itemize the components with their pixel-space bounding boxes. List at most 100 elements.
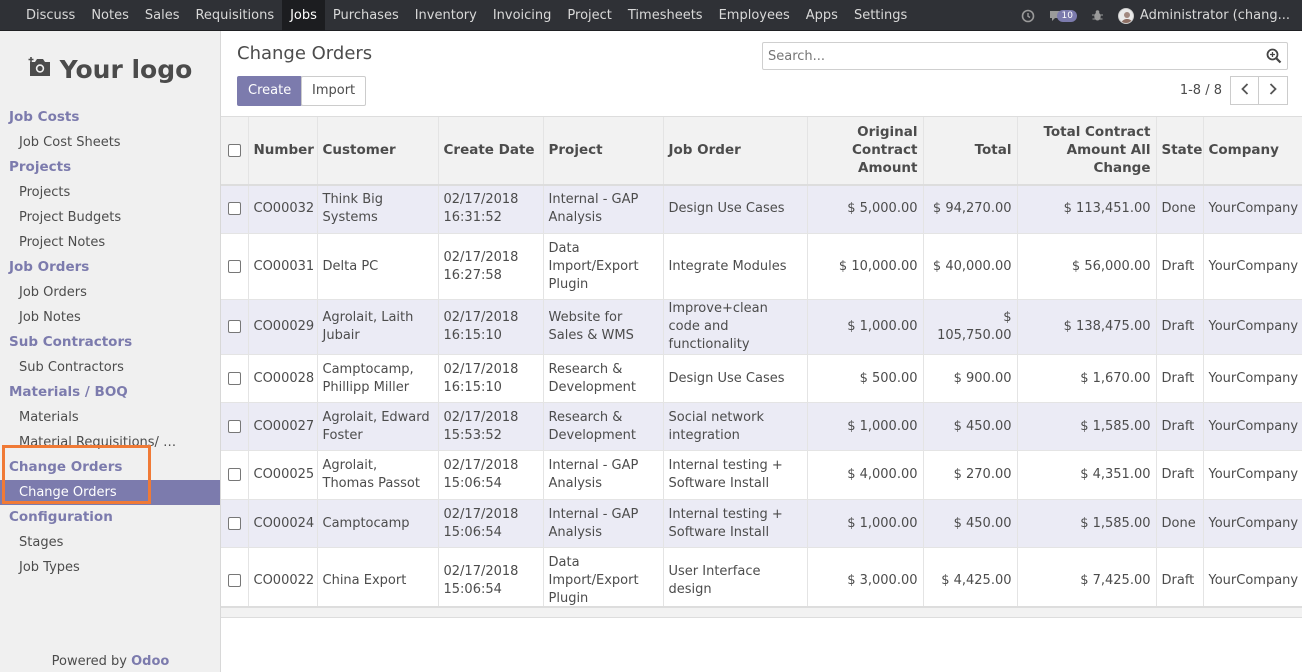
search-input[interactable] xyxy=(763,43,1243,69)
table-row[interactable]: CO00027 Agrolait, Edward Foster 02/17/2018… xyxy=(221,402,1302,451)
sidebar-section-projects[interactable]: Projects xyxy=(0,155,220,180)
cell-original: $ 1,000.00 xyxy=(806,402,923,451)
cell-job-order: Design Use Cases xyxy=(662,354,807,403)
sidebar-section-sub-contractors[interactable]: Sub Contractors xyxy=(0,330,220,355)
app-menu: Discuss Notes Sales Requisitions Jobs Purchas… xyxy=(0,0,915,31)
table-row[interactable]: CO00024 Camptocamp 02/17/2018 15:06:54 Inte… xyxy=(221,499,1302,548)
cell-date: 02/17/2018 16:15:10 xyxy=(437,354,543,403)
sidebar-item-materials[interactable]: Materials xyxy=(0,405,220,430)
company-logo: Your logo xyxy=(0,33,220,105)
user-avatar[interactable] xyxy=(1117,7,1134,24)
column-header-total-all-change[interactable]: Total Contract Amount All Change xyxy=(1016,116,1156,186)
sidebar-section-change-orders[interactable]: Change Orders xyxy=(0,455,220,480)
app-menu-item-jobs[interactable]: Jobs xyxy=(282,0,325,31)
column-header-total[interactable]: Total xyxy=(922,116,1017,186)
sidebar-item-project-budgets[interactable]: Project Budgets xyxy=(0,205,220,230)
sidebar-item-job-cost-sheets[interactable]: Job Cost Sheets xyxy=(0,130,220,155)
cell-total: $ 105,750.00 xyxy=(922,299,1017,355)
search-box xyxy=(762,42,1288,70)
row-checkbox[interactable] xyxy=(227,259,241,273)
sidebar-item-projects[interactable]: Projects xyxy=(0,180,220,205)
sidebar-item-project-notes[interactable]: Project Notes xyxy=(0,230,220,255)
sidebar-item-material-requisitions-boq[interactable]: Material Requisitions/ BOQ xyxy=(0,430,220,455)
cell-job-order: Design Use Cases xyxy=(662,184,807,234)
cell-original: $ 1,000.00 xyxy=(806,299,923,355)
app-menu-item-invoicing[interactable]: Invoicing xyxy=(485,0,560,31)
column-header-original-amount[interactable]: Original Contract Amount xyxy=(806,116,923,186)
app-menu-item-timesheets[interactable]: Timesheets xyxy=(620,0,711,31)
column-header-state[interactable]: State xyxy=(1155,116,1203,186)
cell-customer: Camptocamp xyxy=(316,499,438,548)
table-row[interactable]: CO00029 Agrolait, Laith Jubair 02/17/2018 … xyxy=(221,299,1302,355)
top-navbar: Discuss Notes Sales Requisitions Jobs Purchas… xyxy=(0,0,1302,31)
sidebar-section-configuration[interactable]: Configuration xyxy=(0,505,220,530)
table-row[interactable]: CO00032 Think Big Systems 02/17/2018 16:31… xyxy=(221,184,1302,234)
cell-state: Draft xyxy=(1155,354,1203,403)
create-button[interactable]: Create xyxy=(237,76,303,106)
odoo-link[interactable]: Odoo xyxy=(131,654,169,669)
cell-state: Draft xyxy=(1155,450,1203,500)
cell-company: YourCompany xyxy=(1202,499,1302,548)
cell-original: $ 10,000.00 xyxy=(806,233,923,300)
app-menu-item-inventory[interactable]: Inventory xyxy=(407,0,485,31)
cell-total-all: $ 113,451.00 xyxy=(1016,184,1156,234)
user-menu[interactable]: Administrator (chang... xyxy=(1140,8,1290,23)
cell-state: Done xyxy=(1155,499,1203,548)
column-header-project[interactable]: Project xyxy=(542,116,663,186)
pager-value[interactable]: 1-8 / 8 xyxy=(1180,83,1222,98)
table-row[interactable]: CO00025 Agrolait, Thomas Passot 02/17/2018… xyxy=(221,450,1302,500)
debug-bug-icon[interactable] xyxy=(1091,9,1104,22)
table-row[interactable]: CO00022 China Export 02/17/2018 15:06:54 Da… xyxy=(221,547,1302,614)
app-menu-item-purchases[interactable]: Purchases xyxy=(325,0,407,31)
cell-project: Internal - GAP Analysis xyxy=(542,184,663,234)
powered-by: Powered by Odoo xyxy=(51,654,170,669)
row-checkbox[interactable] xyxy=(227,516,241,530)
column-header-customer[interactable]: Customer xyxy=(316,116,438,186)
app-menu-item-settings[interactable]: Settings xyxy=(846,0,915,31)
app-menu-item-apps[interactable]: Apps xyxy=(798,0,846,31)
pager-previous-button[interactable] xyxy=(1230,76,1259,105)
app-menu-item-sales[interactable]: Sales xyxy=(137,0,188,31)
row-checkbox[interactable] xyxy=(227,320,241,333)
row-checkbox[interactable] xyxy=(227,202,241,216)
activity-clock-icon[interactable] xyxy=(1021,9,1035,23)
column-header-create-date[interactable]: Create Date xyxy=(437,116,543,186)
messages-icon[interactable]: 10 xyxy=(1049,9,1077,22)
sidebar-item-sub-contractors[interactable]: Sub Contractors xyxy=(0,355,220,380)
app-menu-item-project[interactable]: Project xyxy=(559,0,619,31)
sidebar-section-materials-boq[interactable]: Materials / BOQ xyxy=(0,380,220,405)
column-header-number[interactable]: Number xyxy=(247,116,317,186)
table-row[interactable]: CO00031 Delta PC 02/17/2018 16:27:58 Data I… xyxy=(221,233,1302,300)
cell-project: Internal - GAP Analysis xyxy=(542,499,663,548)
column-header-company[interactable]: Company xyxy=(1202,116,1302,186)
row-checkbox[interactable] xyxy=(227,419,241,433)
row-checkbox[interactable] xyxy=(227,573,241,587)
pager-next-button[interactable] xyxy=(1259,76,1288,105)
sidebar-section-job-costs[interactable]: Job Costs xyxy=(0,105,220,130)
app-menu-item-notes[interactable]: Notes xyxy=(83,0,137,31)
row-checkbox[interactable] xyxy=(227,371,241,385)
sidebar-section-job-orders[interactable]: Job Orders xyxy=(0,255,220,280)
table-row[interactable]: CO00028 Camptocamp, Phillipp Miller 02/17/… xyxy=(221,354,1302,403)
row-checkbox[interactable] xyxy=(227,468,241,481)
sidebar-item-job-notes[interactable]: Job Notes xyxy=(0,305,220,330)
cell-total: $ 450.00 xyxy=(922,499,1017,548)
cell-date: 02/17/2018 15:06:54 xyxy=(437,547,543,614)
search-icon[interactable] xyxy=(1266,48,1282,68)
cell-original: $ 4,000.00 xyxy=(806,450,923,500)
column-header-job-order[interactable]: Job Order xyxy=(662,116,807,186)
sidebar-item-job-types[interactable]: Job Types xyxy=(0,555,220,580)
cell-number: CO00028 xyxy=(247,354,317,403)
select-all-checkbox[interactable] xyxy=(227,143,241,157)
cell-number: CO00029 xyxy=(247,299,317,355)
sidebar-item-stages[interactable]: Stages xyxy=(0,530,220,555)
row-select-cell xyxy=(221,299,248,355)
app-menu-item-requisitions[interactable]: Requisitions xyxy=(187,0,282,31)
app-menu-item-discuss[interactable]: Discuss xyxy=(18,0,83,31)
cell-number: CO00022 xyxy=(247,547,317,614)
cell-total-all: $ 138,475.00 xyxy=(1016,299,1156,355)
import-button[interactable]: Import xyxy=(301,76,367,106)
app-menu-item-employees[interactable]: Employees xyxy=(711,0,798,31)
sidebar-item-change-orders[interactable]: Change Orders xyxy=(0,480,220,505)
sidebar-item-job-orders[interactable]: Job Orders xyxy=(0,280,220,305)
